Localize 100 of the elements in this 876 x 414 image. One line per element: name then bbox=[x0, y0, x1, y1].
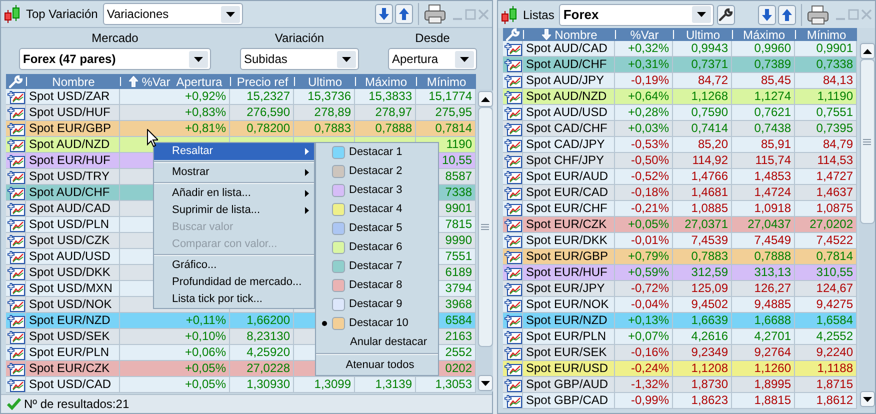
filter-label: Mercado bbox=[92, 31, 138, 45]
table-cell: 1,1188 bbox=[817, 361, 853, 376]
table-cell: Spot GBP/AUD bbox=[526, 377, 608, 392]
table-cell: 1,0918 bbox=[754, 201, 791, 216]
table-cell: 9,2764 bbox=[754, 345, 791, 360]
table-cell: Spot AUD/CHF bbox=[29, 185, 110, 200]
table-cell: Spot AUD/NZD bbox=[526, 89, 607, 104]
table-cell: -0,53% bbox=[630, 137, 669, 152]
table-cell: 15,3833 bbox=[368, 89, 412, 104]
table-cell: +0,07% bbox=[628, 329, 669, 344]
table-cell: 7,4539 bbox=[691, 233, 728, 248]
table-cell: +0,10% bbox=[184, 329, 226, 344]
window-title: Top Variación bbox=[26, 6, 98, 23]
status-text: Nº de resultados:21 bbox=[24, 396, 130, 413]
table-cell: 7551 bbox=[445, 249, 472, 264]
table-cell: 1,6584 bbox=[816, 313, 853, 328]
table-cell: Spot EUR/CZK bbox=[526, 217, 607, 232]
table-cell: 0,7883 bbox=[314, 121, 351, 136]
table-cell: +0,05% bbox=[184, 361, 226, 376]
table-cell: Spot EUR/HUF bbox=[29, 153, 110, 168]
table-cell: Spot EUR/DKK bbox=[526, 233, 608, 248]
table-cell: 124,67 bbox=[816, 281, 853, 296]
table-cell: 1,1268 bbox=[691, 89, 728, 104]
table-cell: 1,1190 bbox=[817, 89, 853, 104]
table-cell: 1,8815 bbox=[754, 393, 791, 408]
table-cell: Spot USD/CAD bbox=[29, 377, 112, 392]
table-cell: 0,9943 bbox=[691, 41, 728, 56]
table-cell: Spot CAD/CHF bbox=[526, 121, 608, 136]
table-cell: 1,4637 bbox=[816, 185, 853, 200]
table-cell: Spot USD/CZK bbox=[29, 233, 110, 248]
table-cell: -0,72% bbox=[630, 281, 669, 296]
table-cell: +0,83% bbox=[184, 105, 226, 120]
table-cell: -0,99% bbox=[630, 393, 669, 408]
table-cell: 1,66200 bbox=[246, 313, 290, 328]
table-cell: Spot AUD/CHF bbox=[526, 57, 607, 72]
table-cell: -0,18% bbox=[630, 185, 669, 200]
table-cell: Spot EUR/GBP bbox=[526, 249, 608, 264]
table-cell: 114,92 bbox=[692, 153, 728, 168]
table-cell: 8587 bbox=[445, 169, 472, 184]
table-cell: 84,79 bbox=[822, 137, 853, 152]
table-cell: +0,32% bbox=[628, 41, 669, 56]
table-cell: +0,11% bbox=[186, 313, 226, 328]
table-cell: +0,03% bbox=[628, 121, 669, 136]
table-cell: Spot GBP/CAD bbox=[526, 393, 608, 408]
table-cell: Spot USD/MXN bbox=[29, 281, 112, 296]
table-cell: 6584 bbox=[445, 313, 472, 328]
table-cell: 0,7814 bbox=[435, 121, 472, 136]
table-cell: 126,27 bbox=[754, 281, 791, 296]
table-cell: 4,2616 bbox=[691, 329, 728, 344]
table-cell: 0,7883 bbox=[691, 249, 728, 264]
table-cell: 0,7621 bbox=[754, 105, 791, 120]
table-cell: -0,24% bbox=[630, 361, 669, 376]
table-cell: 1,6639 bbox=[691, 313, 728, 328]
table-cell: 10,55 bbox=[442, 153, 472, 168]
table-cell: Spot AUD/JPY bbox=[526, 73, 604, 88]
table-cell: Spot CHF/JPY bbox=[526, 153, 604, 168]
table-cell: +0,31% bbox=[628, 57, 669, 72]
table-cell: 1,1260 bbox=[754, 361, 791, 376]
table-cell: 7338 bbox=[445, 185, 472, 200]
table-cell: 8,23130 bbox=[246, 329, 290, 344]
table-cell: +0,28% bbox=[628, 105, 669, 120]
table-cell: +0,13% bbox=[628, 313, 669, 328]
table-cell: Spot AUD/NZD bbox=[29, 137, 110, 152]
table-cell: 4,2701 bbox=[754, 329, 791, 344]
table-cell: 1,8730 bbox=[691, 377, 728, 392]
table-cell: 84,72 bbox=[698, 73, 728, 88]
table-cell: 85,20 bbox=[698, 137, 728, 152]
table-cell: Spot EUR/SEK bbox=[526, 345, 607, 360]
table-cell: Spot AUD/CAD bbox=[29, 201, 110, 216]
table-cell: 27,0371 bbox=[684, 217, 728, 232]
table-cell: Spot USD/SEK bbox=[29, 329, 110, 344]
table-cell: Spot EUR/NOK bbox=[526, 297, 609, 312]
table-cell: 15,1774 bbox=[428, 89, 472, 104]
table-cell: 7,4522 bbox=[816, 233, 853, 248]
table-cell: +0,05% bbox=[184, 377, 226, 392]
table-cell: Spot EUR/CHF bbox=[526, 201, 608, 216]
table-cell: Spot USD/NOK bbox=[29, 297, 112, 312]
table-cell: 114,53 bbox=[817, 153, 853, 168]
table-cell: 15,2327 bbox=[246, 89, 290, 104]
table-cell: 9,4502 bbox=[691, 297, 728, 312]
table-cell: 84,13 bbox=[822, 73, 853, 88]
table-cell: 0,78200 bbox=[246, 121, 290, 136]
table-cell: Spot USD/PLN bbox=[29, 217, 110, 232]
table-cell: 0,7590 bbox=[691, 105, 728, 120]
table-cell: Spot AUD/CAD bbox=[526, 41, 608, 56]
table-cell: +0,64% bbox=[628, 89, 669, 104]
table-cell: 1,3139 bbox=[375, 377, 412, 392]
table-cell: 1,4766 bbox=[691, 169, 728, 184]
table-cell: 313,13 bbox=[754, 265, 791, 280]
table-cell: 1,6688 bbox=[754, 313, 791, 328]
table-cell: Spot EUR/CZK bbox=[29, 361, 110, 376]
table-cell: 1,8995 bbox=[754, 377, 791, 392]
table-cell: 9,2240 bbox=[816, 345, 853, 360]
table-cell: 310,55 bbox=[816, 265, 853, 280]
table-cell: 85,45 bbox=[760, 73, 791, 88]
table-cell: -0,50% bbox=[630, 153, 669, 168]
table-cell: Spot EUR/PLN bbox=[526, 329, 606, 344]
window-title: Listas bbox=[523, 6, 554, 24]
table-cell: 4,2552 bbox=[816, 329, 853, 344]
table-cell: 125,09 bbox=[691, 281, 728, 296]
